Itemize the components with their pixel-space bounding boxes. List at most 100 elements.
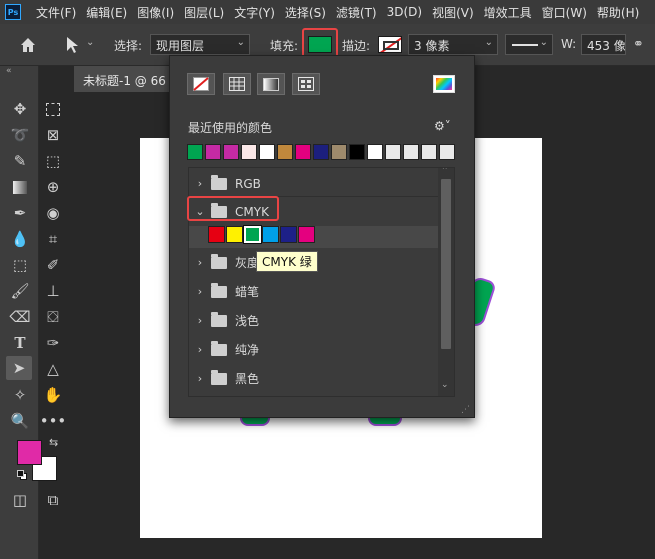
menu-edit[interactable]: 编辑(E) <box>81 4 132 21</box>
cmyk-swatch-red[interactable] <box>208 226 225 243</box>
resize-grip-icon[interactable]: ⋰ <box>461 405 470 415</box>
swatch-group-light[interactable]: › 浅色 <box>189 306 439 335</box>
recent-color-swatch[interactable] <box>241 144 257 160</box>
frame-tool-icon[interactable]: ⊠ <box>40 123 66 147</box>
swatch-group-darker[interactable]: › 较暗 <box>189 391 439 396</box>
color-picker-button[interactable] <box>433 75 455 93</box>
blur-tool-icon[interactable]: 💧 <box>7 227 33 251</box>
hand-tool-icon[interactable]: ✋ <box>40 383 66 407</box>
cmyk-swatch-magenta[interactable] <box>298 226 315 243</box>
zoom-tool-icon[interactable]: 🔍 <box>7 409 33 433</box>
add-anchor-tool-icon[interactable]: ⊕ <box>40 175 66 199</box>
cmyk-swatch-cyan[interactable] <box>262 226 279 243</box>
lasso-tool-icon[interactable]: ➰ <box>7 123 33 147</box>
color-sampler-tool-icon[interactable]: ✐ <box>40 253 66 277</box>
scrollbar[interactable]: ⌃ ⌄ <box>438 168 454 396</box>
path-selection-tool-icon[interactable] <box>62 34 84 56</box>
menu-3d[interactable]: 3D(D) <box>382 5 427 19</box>
no-color-button[interactable] <box>187 73 215 95</box>
brush-tool-icon[interactable]: 🖌 <box>7 279 33 303</box>
pen-tool-icon[interactable]: ✑ <box>40 331 66 355</box>
recent-color-swatch[interactable] <box>349 144 365 160</box>
settings-gear-icon[interactable]: ⚙˅ <box>434 119 451 133</box>
folder-icon <box>211 253 227 269</box>
menu-filter[interactable]: 滤镜(T) <box>331 4 382 21</box>
tool-preset-chevron-icon[interactable]: ⌄ <box>86 37 94 48</box>
recent-color-swatch[interactable] <box>313 144 329 160</box>
scroll-down-icon[interactable]: ⌄ <box>441 380 449 390</box>
recent-color-swatch[interactable] <box>385 144 401 160</box>
swatch-group-pure[interactable]: › 纯净 <box>189 335 439 364</box>
photoshop-logo[interactable]: Ps <box>5 4 21 20</box>
perspective-crop-tool-icon[interactable]: ⬚ <box>7 253 33 277</box>
quick-selection-tool-icon[interactable]: ✎ <box>7 149 33 173</box>
eyedropper-tool-icon[interactable]: ✒ <box>7 201 33 225</box>
menu-image[interactable]: 图像(I) <box>132 4 179 21</box>
stroke-line-preview <box>512 44 538 46</box>
recent-color-swatch[interactable] <box>421 144 437 160</box>
scrollbar-thumb[interactable] <box>441 179 451 349</box>
crop-tool-icon[interactable]: ⌗ <box>40 227 66 251</box>
screen-mode-icon[interactable]: ⧉ <box>40 488 66 512</box>
swap-colors-icon[interactable]: ⇆ <box>49 436 58 449</box>
recent-color-swatch[interactable] <box>205 144 221 160</box>
gradient-button[interactable] <box>257 73 285 95</box>
menu-select[interactable]: 选择(S) <box>280 4 331 21</box>
red-eye-tool-icon[interactable]: ◉ <box>40 201 66 225</box>
chevron-down-icon: ⌄ <box>236 37 245 48</box>
stamp-tool-icon[interactable]: ⊥ <box>40 279 66 303</box>
recent-color-swatch[interactable] <box>187 144 203 160</box>
menu-help[interactable]: 帮助(H) <box>592 4 644 21</box>
recent-color-swatch[interactable] <box>277 144 293 160</box>
foreground-color-swatch[interactable] <box>17 440 42 465</box>
recent-color-swatch[interactable] <box>259 144 275 160</box>
stroke-color-swatch[interactable] <box>378 36 402 53</box>
recent-color-swatch[interactable] <box>367 144 383 160</box>
recent-colors-label: 最近使用的颜色 <box>188 121 273 135</box>
menu-window[interactable]: 窗口(W) <box>537 4 592 21</box>
menu-type[interactable]: 文字(Y) <box>229 4 280 21</box>
home-icon[interactable] <box>18 35 38 55</box>
default-colors-icon[interactable] <box>17 470 27 480</box>
more-tools-icon[interactable]: ••• <box>40 409 67 433</box>
cmyk-swatch-yellow[interactable] <box>226 226 243 243</box>
solid-color-button[interactable] <box>223 73 251 95</box>
menu-plugins[interactable]: 增效工具 <box>479 4 537 21</box>
menu-file[interactable]: 文件(F) <box>31 4 81 21</box>
width-input[interactable]: 453 像 <box>581 34 626 55</box>
puppet-warp-tool-icon[interactable]: ✧ <box>7 383 33 407</box>
menu-layer[interactable]: 图层(L) <box>179 4 229 21</box>
recent-color-swatch[interactable] <box>331 144 347 160</box>
recent-color-swatch[interactable] <box>439 144 455 160</box>
cmyk-swatch-green[interactable] <box>243 225 262 244</box>
swatch-group-rgb[interactable]: › RGB <box>189 169 439 198</box>
marquee-tool-icon[interactable] <box>40 97 66 121</box>
move-tool-icon[interactable]: ✥ <box>7 97 33 121</box>
shape-tool-icon[interactable]: △ <box>40 357 66 381</box>
quick-mask-icon[interactable]: ◫ <box>7 488 33 512</box>
gradient-tool-icon[interactable] <box>7 175 33 199</box>
stroke-width-dropdown[interactable]: 3 像素 ⌄ <box>408 34 498 55</box>
folder-icon <box>211 340 227 356</box>
stroke-type-dropdown[interactable]: ⌄ <box>505 34 553 55</box>
link-icon[interactable]: ⚭ <box>633 37 644 52</box>
direct-selection-tool-icon[interactable]: ➤ <box>6 356 32 380</box>
swatch-group-dark[interactable]: › 黑色 <box>189 364 439 393</box>
type-tool-icon[interactable]: T <box>7 331 33 355</box>
stroke-label: 描边: <box>342 39 371 53</box>
select-layer-dropdown[interactable]: 现用图层 ⌄ <box>150 34 250 55</box>
object-selection-tool-icon[interactable]: ⬚ <box>40 149 66 173</box>
fill-color-swatch[interactable] <box>308 36 332 53</box>
menu-view[interactable]: 视图(V) <box>427 4 479 21</box>
swatch-group-pastel[interactable]: › 蜡笔 <box>189 277 439 306</box>
document-tab[interactable]: 未标题-1 @ 66 <box>74 66 174 92</box>
eraser-tool-icon[interactable]: ⌫ <box>7 305 33 329</box>
pattern-button[interactable] <box>292 73 320 95</box>
recent-color-swatch[interactable] <box>403 144 419 160</box>
cmyk-swatch-blue[interactable] <box>280 226 297 243</box>
recent-color-swatch[interactable] <box>295 144 311 160</box>
scroll-up-icon[interactable]: ⌃ <box>441 168 449 176</box>
recent-color-swatch[interactable] <box>223 144 239 160</box>
paint-bucket-tool-icon[interactable]: ⛋ <box>40 305 66 329</box>
collapse-panel-icon[interactable]: « <box>6 66 12 76</box>
